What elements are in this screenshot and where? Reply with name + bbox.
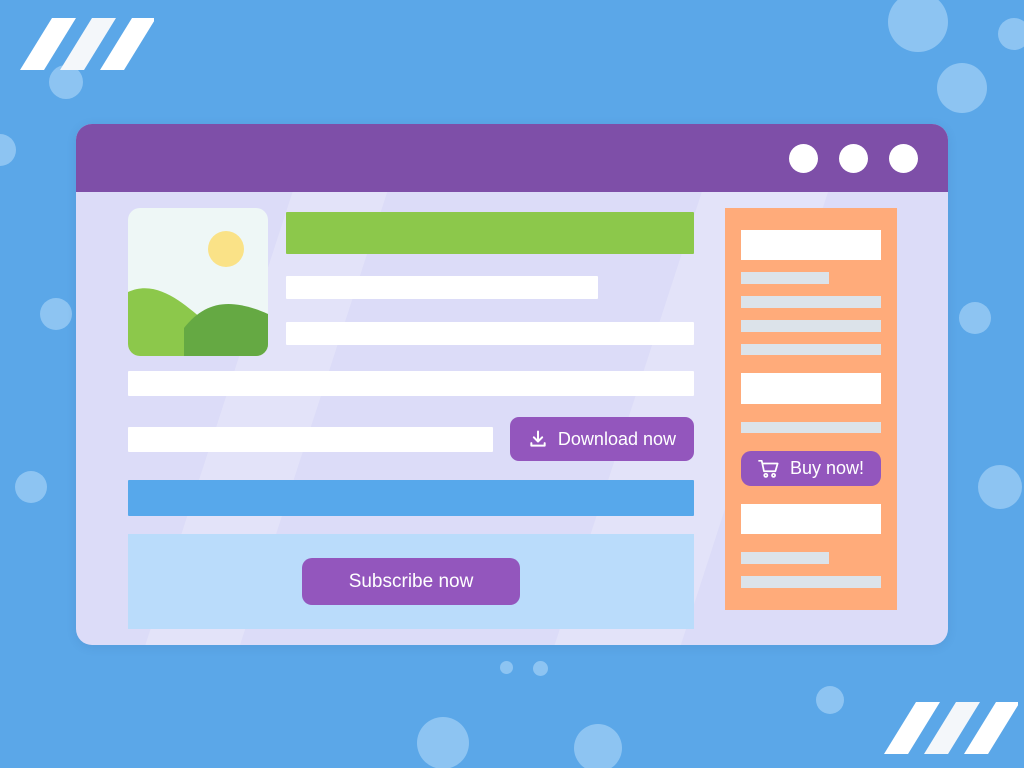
background-circle-12 <box>816 686 844 714</box>
window-shadow-dot-1 <box>500 661 513 674</box>
hero-text-line-2 <box>286 322 694 345</box>
hero-text-line-1 <box>286 276 598 299</box>
blue-highlight-bar <box>128 480 694 516</box>
page-canvas: Download now Subscribe now Buy now! <box>0 0 1024 768</box>
brand-stripes-logo-bottom-right <box>884 702 1018 754</box>
background-circle-4 <box>937 63 987 113</box>
sidebar-text-line-1 <box>741 272 830 284</box>
buy-now-button-label: Buy now! <box>789 458 865 479</box>
browser-content-area: Download now Subscribe now Buy now! <box>76 192 948 645</box>
sidebar-text-line-4 <box>741 343 881 356</box>
body-text-line-wide <box>128 371 694 396</box>
sidebar-text-line-7 <box>741 576 881 588</box>
background-circle-10 <box>417 717 469 768</box>
background-circle-8 <box>959 302 991 334</box>
shopping-cart-icon <box>758 459 780 479</box>
browser-title-bar <box>76 124 948 192</box>
hero-row <box>128 208 694 356</box>
browser-window: Download now Subscribe now Buy now! <box>76 124 948 645</box>
main-content-column: Download now Subscribe now <box>128 208 694 629</box>
sidebar-card-3 <box>741 504 881 535</box>
subscribe-button-label: Subscribe now <box>348 570 474 592</box>
subscribe-button[interactable]: Subscribe now <box>302 558 520 605</box>
green-heading-placeholder <box>286 212 694 254</box>
sidebar-panel: Buy now! <box>725 208 897 610</box>
sidebar-card-2 <box>741 373 881 404</box>
download-icon <box>528 429 548 449</box>
buy-now-button[interactable]: Buy now! <box>741 451 881 487</box>
window-control-dot-2[interactable] <box>839 143 868 173</box>
sidebar-text-line-3 <box>741 319 881 332</box>
download-cta-row: Download now <box>128 417 694 461</box>
background-circle-3 <box>888 0 948 52</box>
background-circle-9 <box>978 465 1022 509</box>
subscribe-panel: Subscribe now <box>128 534 694 629</box>
download-button[interactable]: Download now <box>509 417 694 461</box>
background-circle-5 <box>998 18 1024 50</box>
sidebar-text-line-2 <box>741 295 881 308</box>
hills-graphic <box>128 288 268 356</box>
hero-text-column <box>286 208 694 356</box>
sidebar-card-1 <box>741 230 881 261</box>
sidebar-text-line-5 <box>741 421 881 434</box>
background-circle-2 <box>0 134 16 166</box>
background-circle-6 <box>40 298 72 330</box>
window-control-dot-1[interactable] <box>789 143 818 173</box>
body-text-line-cta <box>128 426 493 452</box>
landscape-image-placeholder-icon <box>128 208 268 356</box>
background-circle-11 <box>574 724 622 768</box>
window-control-dot-3[interactable] <box>889 143 918 173</box>
sidebar-text-line-6 <box>741 552 830 565</box>
download-button-label: Download now <box>557 428 676 449</box>
sun-icon <box>208 231 244 267</box>
brand-stripes-logo-top-left <box>20 18 154 70</box>
background-circle-7 <box>15 471 47 503</box>
window-shadow-dot-2 <box>533 661 548 676</box>
